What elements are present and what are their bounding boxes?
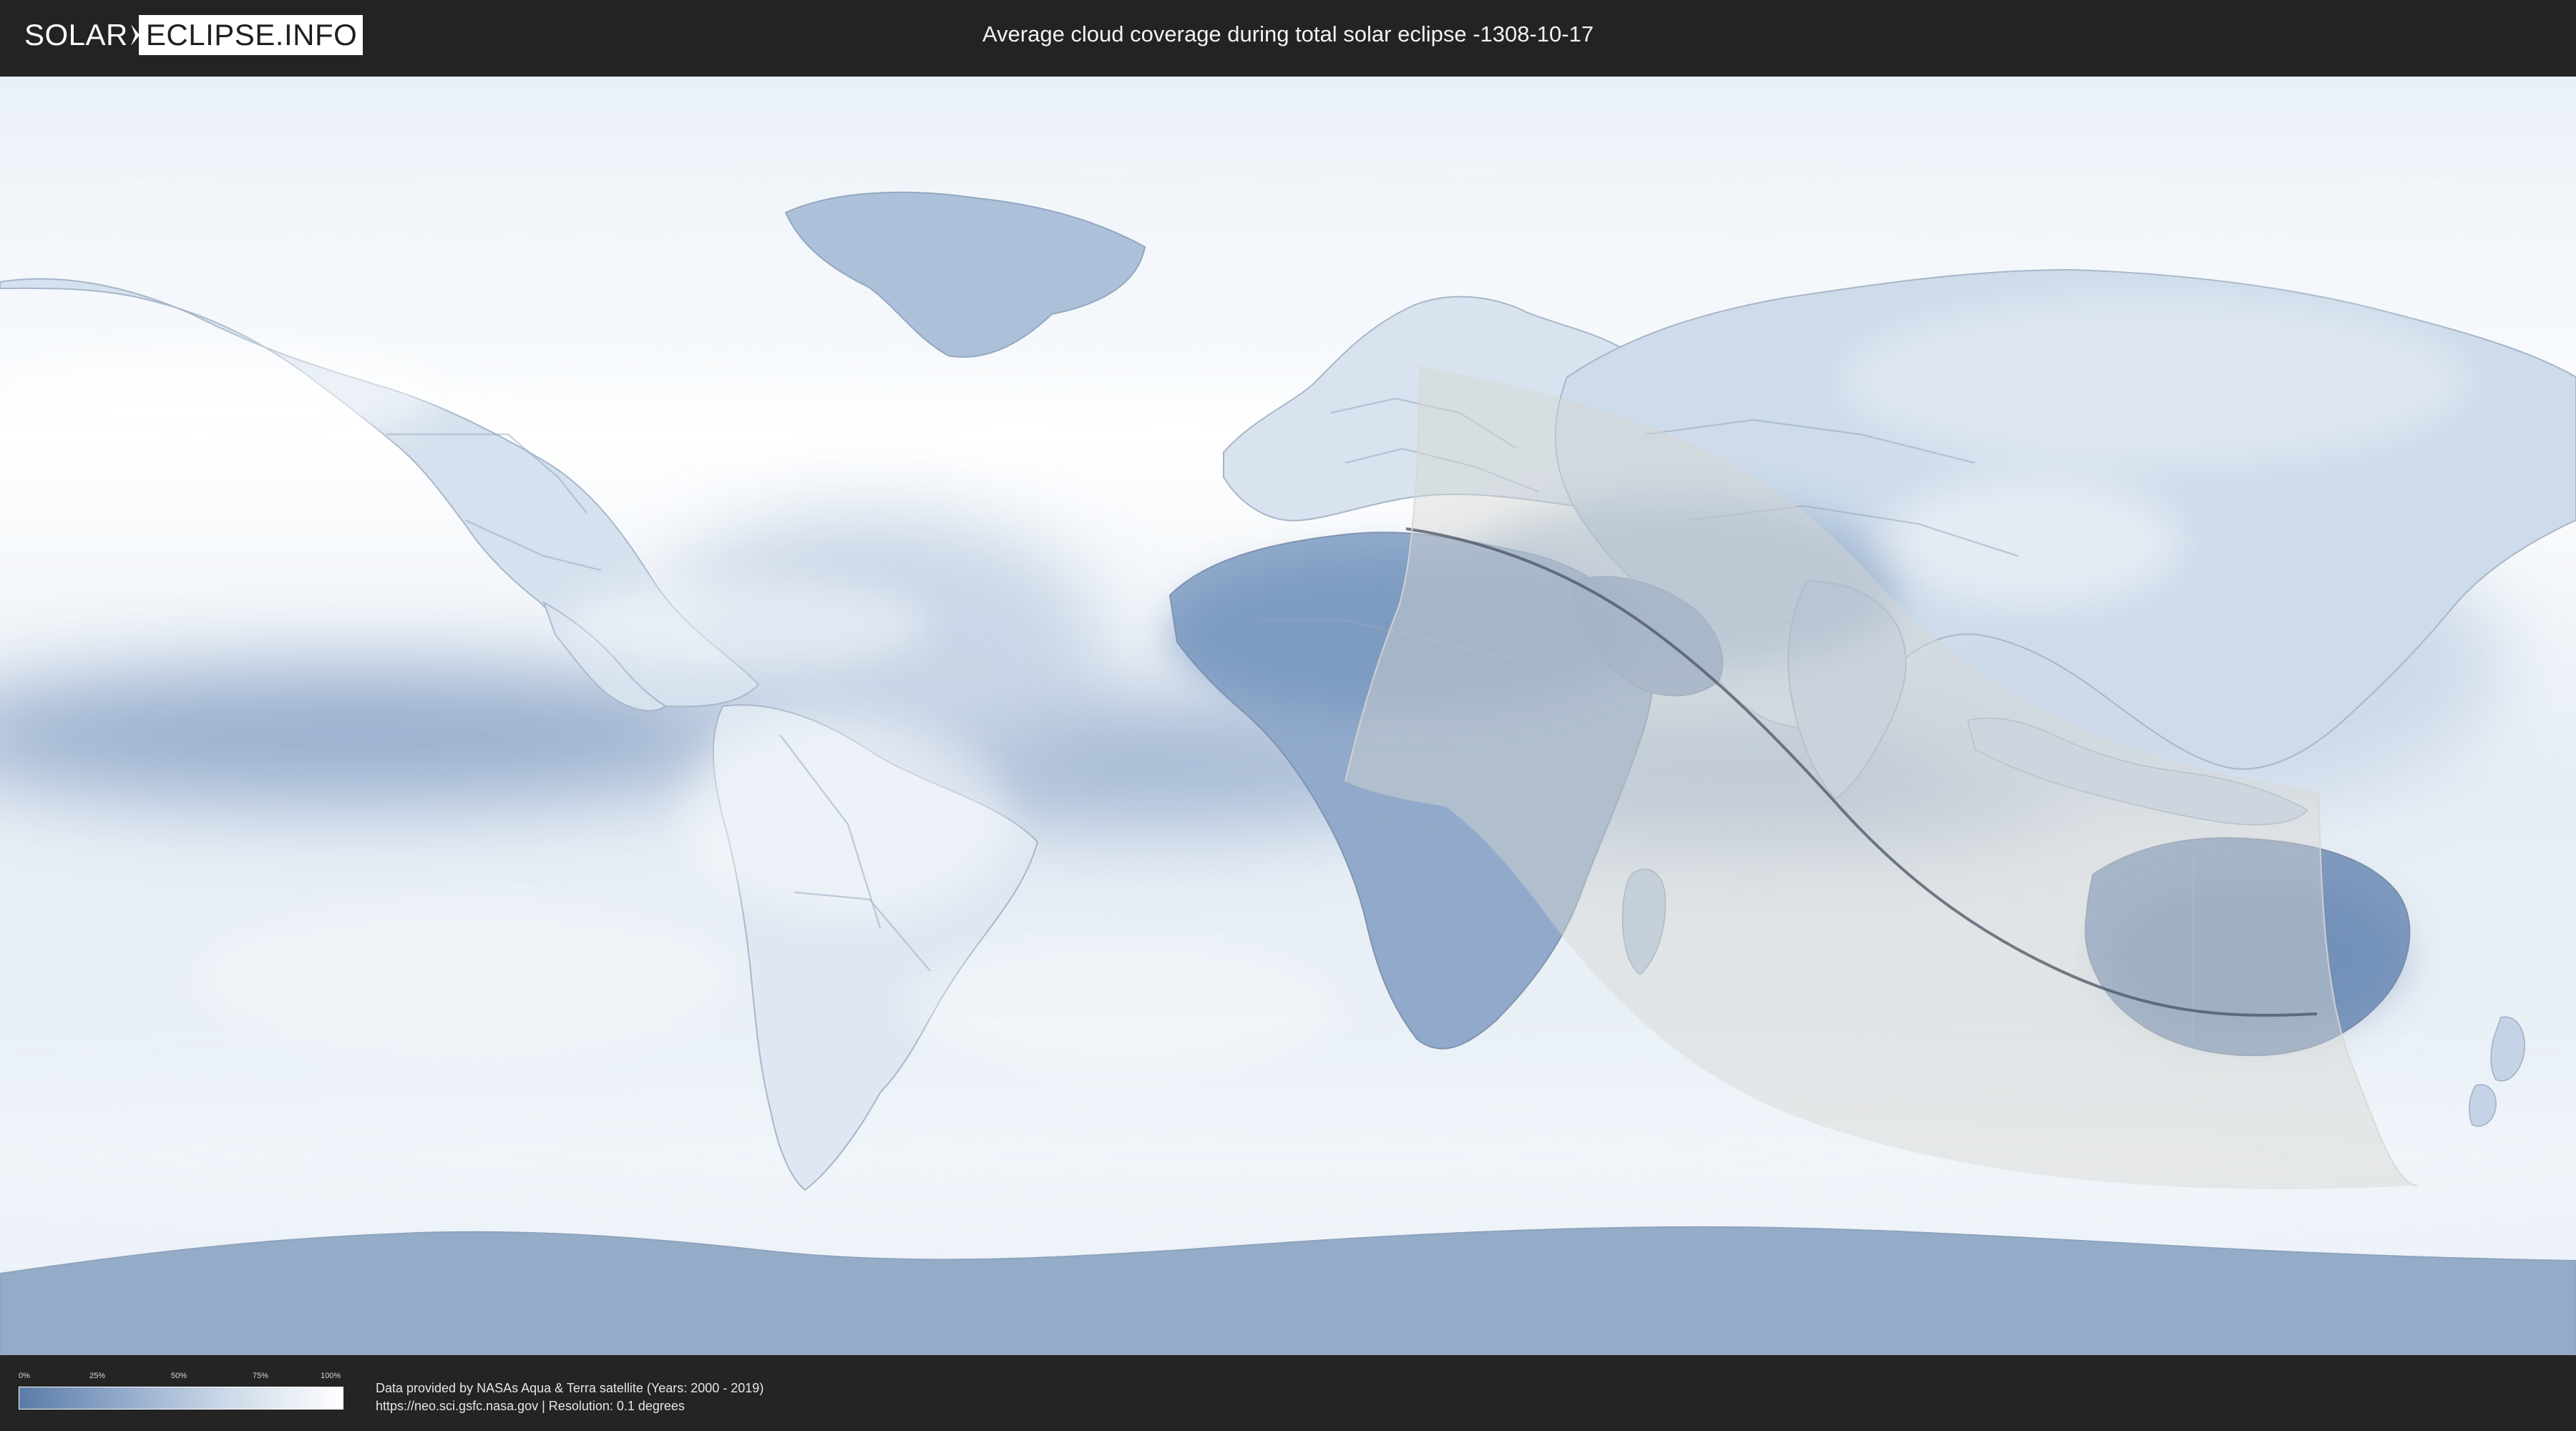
gulf-cloud-patch [558, 577, 930, 670]
legend-label-50: 50% [171, 1372, 187, 1380]
south-atlantic-cloud-patch [909, 942, 1338, 1071]
legend-gradient-bar [19, 1387, 343, 1410]
logo-solar-text: SOLAR [24, 18, 128, 52]
data-credits: Data provided by NASAs Aqua & Terra sate… [376, 1379, 763, 1415]
logo-eclipse-info-text: ECLIPSE.INFO [141, 15, 364, 55]
china-cloud-patch [1882, 474, 2182, 610]
credits-line-1: Data provided by NASAs Aqua & Terra sate… [376, 1381, 764, 1395]
brazil-cloud-patch [680, 717, 1009, 917]
footer-bar: 0% 25% 50% 75% 100% Data provided by NAS… [0, 1355, 2576, 1431]
cloud-coverage-map [0, 77, 2576, 1355]
world-cloud-map-svg [0, 77, 2576, 1355]
antarctica-landmass [0, 1226, 2576, 1355]
siberia-cloud-patch [1839, 295, 2469, 467]
eclipse-arrow-icon [130, 15, 142, 55]
header-bar: SOLAR ECLIPSE.INFO Average cloud coverag… [0, 0, 2576, 72]
legend-label-100: 100% [321, 1372, 341, 1380]
solar-eclipse-logo[interactable]: SOLAR ECLIPSE.INFO [24, 15, 364, 55]
legend-label-0: 0% [19, 1372, 30, 1380]
south-pacific-cloud-patch [193, 899, 737, 1057]
north-pacific-cloud-patch [0, 345, 444, 445]
legend-label-75: 75% [253, 1372, 269, 1380]
credits-line-2: https://neo.sci.gsfc.nasa.gov | Resoluti… [376, 1399, 685, 1413]
legend-label-25: 25% [89, 1372, 106, 1380]
cloud-coverage-legend: 0% 25% 50% 75% 100% [19, 1371, 343, 1422]
eclipse-cloud-map-page: SOLAR ECLIPSE.INFO Average cloud coverag… [0, 0, 2576, 1431]
page-title: Average cloud coverage during total sola… [982, 21, 1594, 47]
